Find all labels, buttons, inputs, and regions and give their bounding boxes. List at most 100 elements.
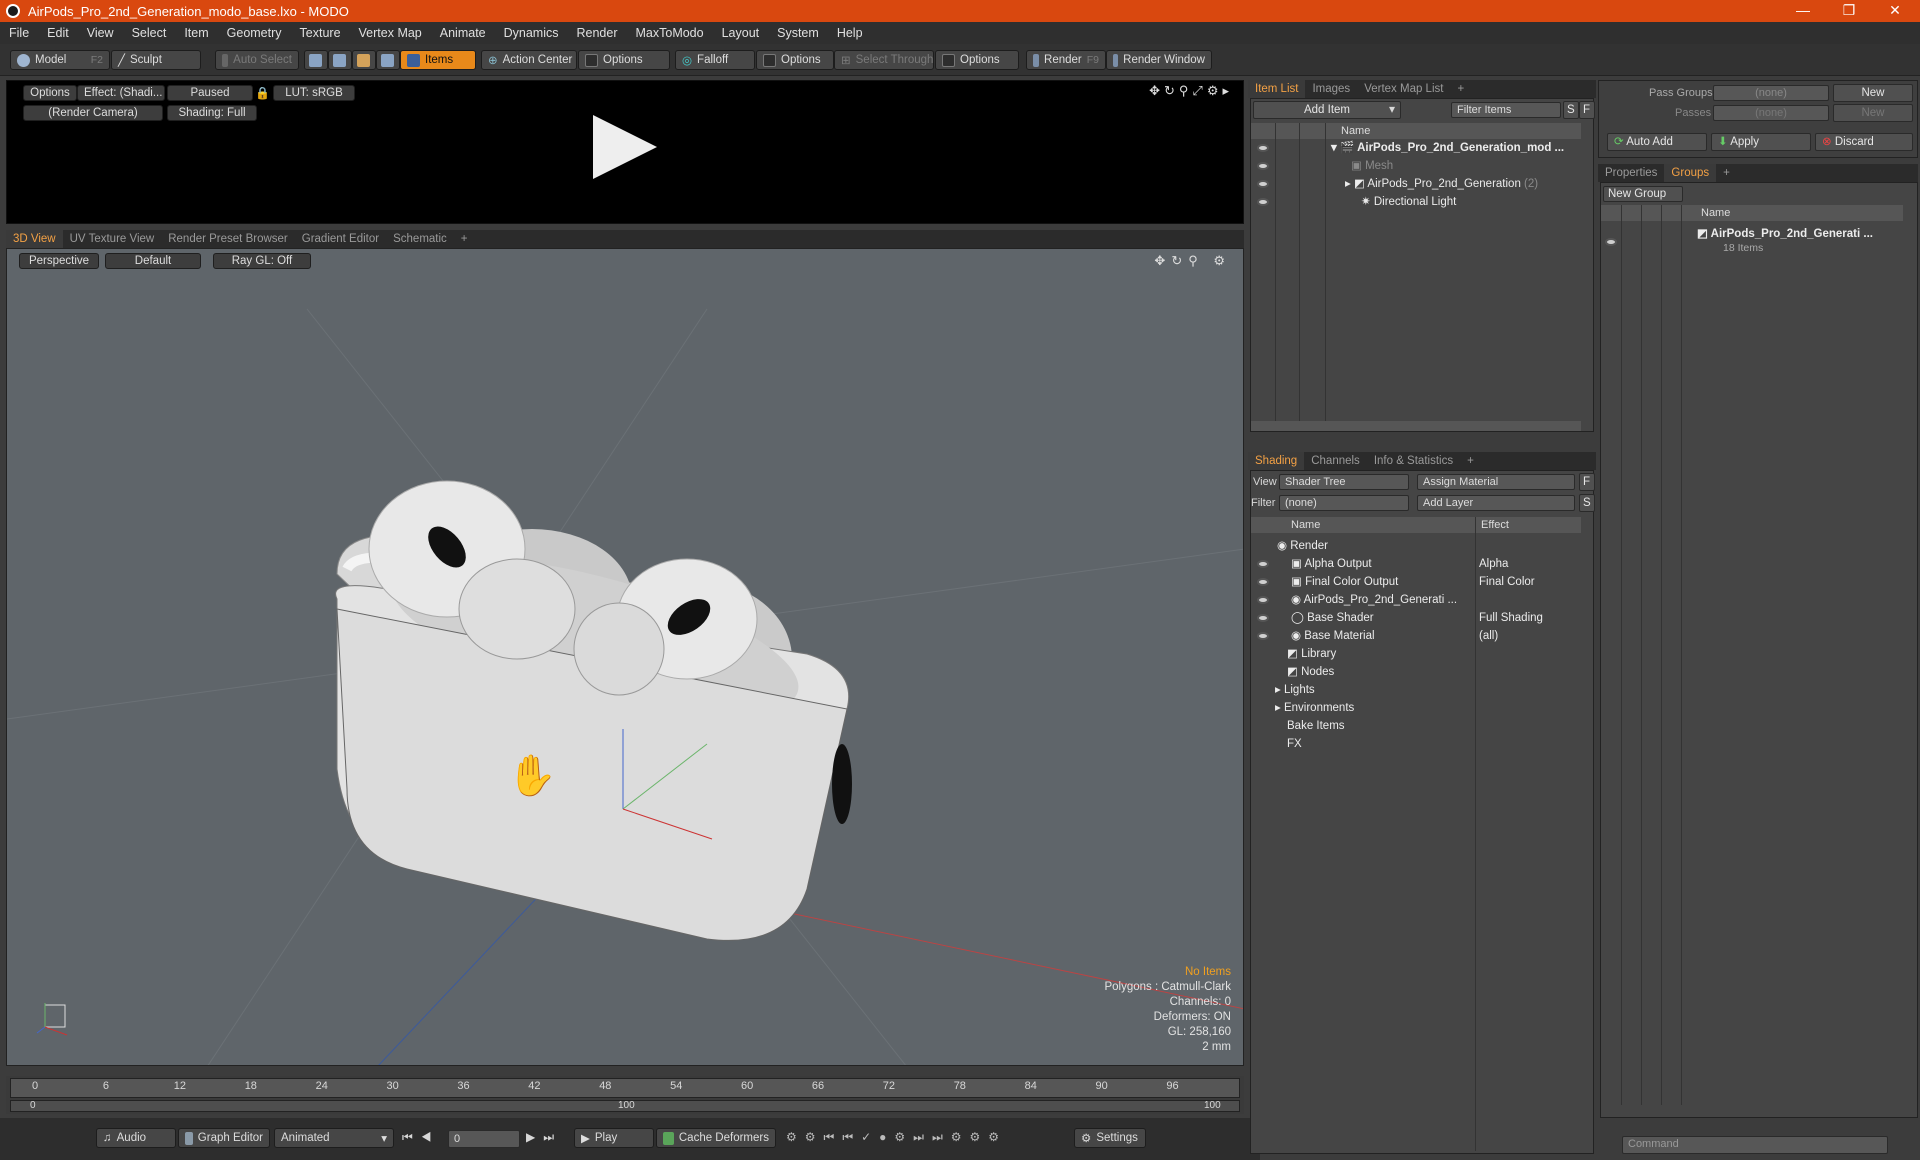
add-tab-button[interactable]: + — [1460, 452, 1481, 470]
new-group-button[interactable]: New Group — [1603, 186, 1683, 202]
tab-schematic[interactable]: Schematic — [386, 230, 454, 248]
s-button[interactable]: S — [1563, 101, 1579, 119]
shader-effect-dropdown[interactable]: Alpha — [1479, 555, 1579, 573]
menu-select[interactable]: Select — [123, 26, 176, 40]
shader-effect-dropdown[interactable]: Final Color — [1479, 573, 1579, 591]
3d-viewport[interactable]: ✋ Perspective Default Ray GL: Off ✥↻⚲ ⚙ … — [6, 248, 1244, 1066]
maximize-button[interactable]: ❐ — [1826, 0, 1872, 22]
graph-editor-button[interactable]: Graph Editor — [178, 1128, 270, 1148]
f-button[interactable]: F — [1579, 101, 1595, 119]
transport-next-icons[interactable]: ▶⏭ — [526, 1130, 562, 1145]
shader-tree-row[interactable]: ◯ Base Shader — [1291, 609, 1374, 627]
shader-tree-row[interactable]: Bake Items — [1287, 717, 1345, 735]
menu-view[interactable]: View — [78, 26, 123, 40]
auto-select-button[interactable]: Auto Select — [215, 50, 299, 70]
passes-dropdown[interactable]: (none) — [1713, 105, 1829, 121]
materials-mode-button[interactable] — [376, 50, 400, 70]
menu-edit[interactable]: Edit — [38, 26, 78, 40]
auto-add-button[interactable]: ⟳ Auto Add — [1607, 133, 1707, 151]
discard-button[interactable]: ⊗ Discard — [1815, 133, 1913, 151]
render-camera-dropdown[interactable]: (Render Camera) — [23, 105, 163, 121]
shader-tree-row[interactable]: ◉ Render — [1277, 537, 1328, 555]
s-button[interactable]: S — [1579, 494, 1595, 512]
transport-step-icons[interactable]: ⏮◀ — [402, 1130, 440, 1145]
lut-dropdown[interactable]: LUT: sRGB — [273, 85, 355, 101]
shader-tree-row[interactable]: ◩ Nodes — [1287, 663, 1334, 681]
add-tab-button[interactable]: + — [454, 230, 475, 248]
visibility-eye-icon[interactable] — [1257, 180, 1269, 188]
play-button[interactable]: ▶ Play — [574, 1128, 654, 1148]
shader-tree-row[interactable]: ▸ Environments — [1275, 699, 1354, 717]
shader-tree-row[interactable]: ◉ Base Material — [1291, 627, 1375, 645]
tab-images[interactable]: Images — [1305, 80, 1357, 98]
action-center-button[interactable]: ⊕ Action Center — [481, 50, 577, 70]
f-button[interactable]: F — [1579, 473, 1595, 491]
tree-row-scene[interactable]: ▾ 🎬 AirPods_Pro_2nd_Generation_mod ... — [1331, 139, 1564, 157]
default-style-dropdown[interactable]: Default — [105, 253, 201, 269]
visibility-eye-icon[interactable] — [1257, 144, 1269, 152]
tab-uv-texture-view[interactable]: UV Texture View — [63, 230, 162, 248]
view-dropdown[interactable]: Shader Tree — [1279, 474, 1409, 490]
shader-tree-row[interactable]: ◩ Library — [1287, 645, 1336, 663]
menu-maxtomodo[interactable]: MaxToModo — [627, 26, 713, 40]
tab-channels[interactable]: Channels — [1304, 452, 1367, 470]
menu-help[interactable]: Help — [828, 26, 872, 40]
perspective-dropdown[interactable]: Perspective — [19, 253, 99, 269]
visibility-eye-icon[interactable] — [1257, 198, 1269, 206]
menu-system[interactable]: System — [768, 26, 828, 40]
tab-info-statistics[interactable]: Info & Statistics — [1367, 452, 1460, 470]
add-item-button[interactable]: Add Item — [1253, 101, 1401, 119]
apply-button[interactable]: ⬇ Apply — [1711, 133, 1811, 151]
tab-groups[interactable]: Groups — [1664, 164, 1717, 182]
tab-vertex-map-list[interactable]: Vertex Map List — [1357, 80, 1450, 98]
settings-button[interactable]: ⚙ Settings — [1074, 1128, 1146, 1148]
preview-effect-dropdown[interactable]: Effect: (Shadi... — [77, 85, 165, 101]
audio-button[interactable]: ♫ Audio — [96, 1128, 176, 1148]
edges-mode-button[interactable] — [328, 50, 352, 70]
menu-file[interactable]: File — [0, 26, 38, 40]
animated-dropdown[interactable]: Animated ▾ — [274, 1128, 394, 1148]
visibility-eye-icon[interactable] — [1257, 632, 1269, 640]
tree-row-airpods-group[interactable]: ▸ ◩ AirPods_Pro_2nd_Generation (2) — [1345, 175, 1538, 193]
shader-tree-row[interactable]: ▣ Alpha Output — [1291, 555, 1372, 573]
timeline[interactable]: 0 6 12 18 24 30 36 42 48 54 60 66 72 78 84 90 96 0 100 1… — [6, 1076, 1244, 1114]
assign-material-button[interactable]: Assign Material — [1417, 474, 1575, 490]
tab-item-list[interactable]: Item List — [1248, 80, 1306, 98]
pass-groups-dropdown[interactable]: (none) — [1713, 85, 1829, 101]
select-through-button[interactable]: ⊞ Select Through — [834, 50, 934, 70]
key-tools-icons[interactable]: ⚙⚙⏮⏮✓●⚙⏭⏭⚙⚙⚙ — [786, 1130, 1007, 1145]
visibility-eye-icon[interactable] — [1257, 162, 1269, 170]
menu-render[interactable]: Render — [568, 26, 627, 40]
render-preview[interactable]: Options Effect: (Shadi... Paused 🔒 LUT: … — [6, 80, 1244, 224]
visibility-eye-icon[interactable] — [1257, 578, 1269, 586]
shader-effect-dropdown[interactable]: Full Shading — [1479, 609, 1579, 627]
visibility-eye-icon[interactable] — [1257, 596, 1269, 604]
frame-input[interactable]: 0 — [448, 1130, 520, 1148]
sculpt-mode-button[interactable]: ╱ Sculpt — [111, 50, 201, 70]
items-mode-button[interactable]: Items — [400, 50, 476, 70]
play-preview-icon[interactable] — [593, 115, 657, 179]
minimize-button[interactable]: — — [1780, 0, 1826, 22]
viewport-nav-icons[interactable]: ✥↻⚲ ⚙ — [1154, 253, 1231, 269]
add-tab-button[interactable]: + — [1450, 80, 1471, 98]
close-button[interactable]: ✕ — [1872, 0, 1918, 22]
menu-item[interactable]: Item — [175, 26, 217, 40]
menu-animate[interactable]: Animate — [431, 26, 495, 40]
action-center-options-button[interactable]: Options — [578, 50, 670, 70]
tab-3d-view[interactable]: 3D View — [6, 230, 63, 248]
tree-row-directional-light[interactable]: ✷ Directional Light — [1361, 193, 1456, 211]
menu-layout[interactable]: Layout — [713, 26, 769, 40]
tab-gradient-editor[interactable]: Gradient Editor — [295, 230, 386, 248]
filter-items-input[interactable]: Filter Items — [1451, 102, 1561, 118]
add-layer-dropdown[interactable]: Add Layer — [1417, 495, 1575, 511]
new-pass-button[interactable]: New — [1833, 104, 1913, 122]
raygl-dropdown[interactable]: Ray GL: Off — [213, 253, 311, 269]
visibility-eye-icon[interactable] — [1605, 238, 1617, 246]
lock-icon[interactable]: 🔒 — [255, 86, 270, 100]
preview-options-button[interactable]: Options — [23, 85, 77, 101]
filter-dropdown[interactable]: (none) — [1279, 495, 1409, 511]
tree-row-mesh[interactable]: ▣ Mesh — [1351, 157, 1393, 175]
tab-properties[interactable]: Properties — [1598, 164, 1664, 182]
preview-nav-icons[interactable]: ✥↻⚲⤢⚙▸ — [1149, 83, 1233, 99]
preview-paused-button[interactable]: Paused — [167, 85, 253, 101]
